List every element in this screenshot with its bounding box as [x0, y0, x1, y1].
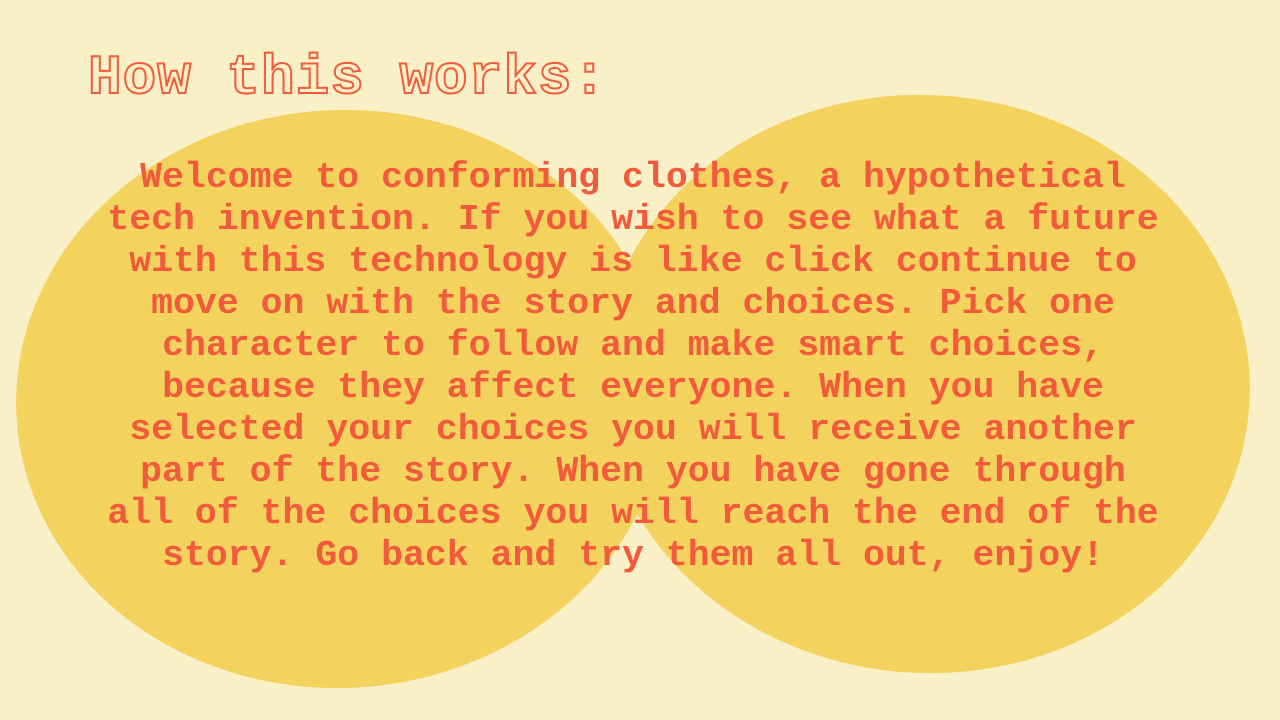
page-title: How this works: — [87, 45, 608, 111]
instructions-text: Welcome to conforming clothes, a hypothe… — [107, 157, 1159, 576]
